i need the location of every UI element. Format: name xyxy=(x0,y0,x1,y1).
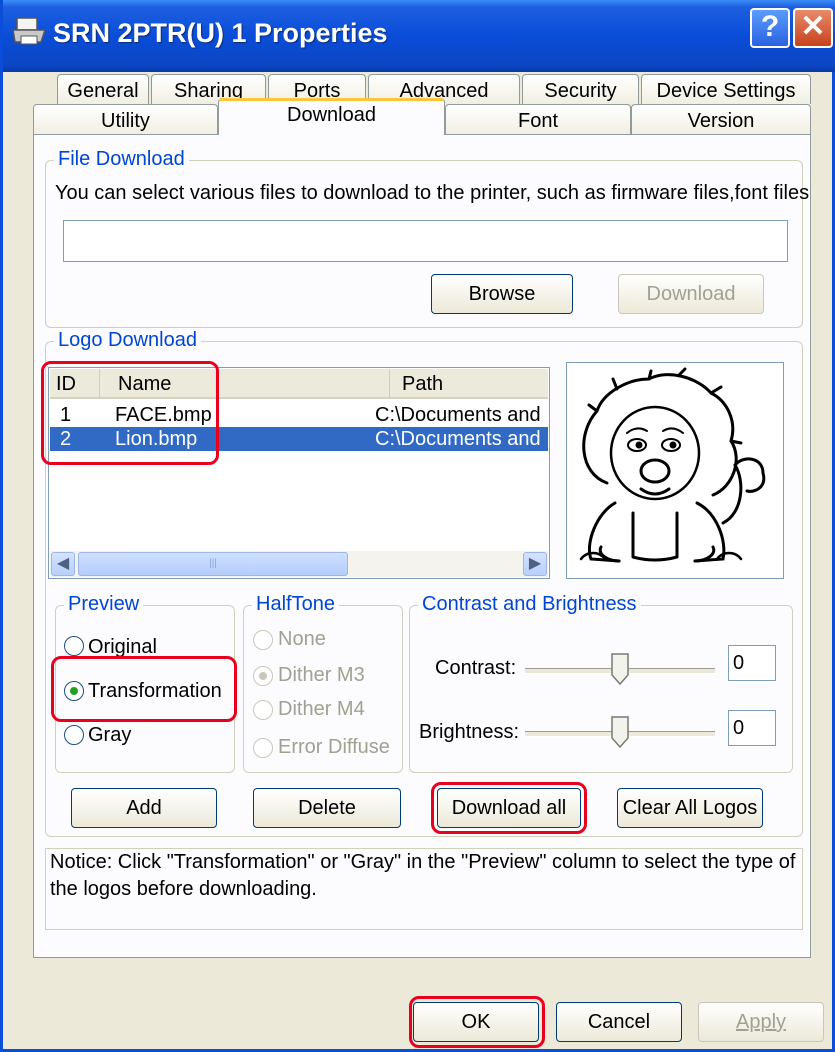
browse-button[interactable]: Browse xyxy=(431,274,573,314)
tab-security[interactable]: Security xyxy=(522,74,639,104)
radio-error-diffuse[interactable] xyxy=(253,738,273,758)
preview-legend: Preview xyxy=(64,593,144,616)
tab-version[interactable]: Version xyxy=(631,104,811,135)
contrast-label: Contrast: xyxy=(435,657,517,679)
tab-download[interactable]: Download xyxy=(218,98,445,135)
brightness-label: Brightness: xyxy=(419,721,520,743)
delete-button[interactable]: Delete xyxy=(253,788,401,828)
radio-original[interactable] xyxy=(64,636,84,656)
window-title: SRN 2PTR(U) 1 Properties xyxy=(53,18,388,48)
highlight-transformation-option xyxy=(51,656,237,722)
clear-all-logos-button[interactable]: Clear All Logos xyxy=(617,788,763,828)
close-button[interactable]: ✕ xyxy=(793,8,833,48)
brightness-slider-thumb[interactable] xyxy=(611,716,629,748)
contrast-slider-thumb[interactable] xyxy=(611,653,629,685)
file-download-legend: File Download xyxy=(54,148,189,171)
halftone-legend: HalfTone xyxy=(252,593,339,616)
highlight-ok xyxy=(409,996,545,1048)
radio-dither-m3-label[interactable]: Dither M3 xyxy=(278,664,365,687)
radio-error-diffuse-label[interactable]: Error Diffuse xyxy=(278,736,390,759)
highlight-id-name-columns xyxy=(41,361,219,465)
scroll-thumb[interactable]: ||| xyxy=(78,552,348,576)
horizontal-scrollbar[interactable]: ◀ ||| ▶ xyxy=(50,551,548,577)
notice-text: Notice: Click "Transformation" or "Gray"… xyxy=(45,848,803,930)
contrast-brightness-group: Contrast and Brightness xyxy=(409,593,793,773)
tab-general[interactable]: General xyxy=(57,74,149,104)
logo-path: C:\Documents and xyxy=(375,404,541,426)
radio-gray[interactable] xyxy=(64,725,84,745)
radio-selected-dot xyxy=(259,672,267,680)
radio-dither-m3[interactable] xyxy=(253,666,273,686)
contrast-value-field[interactable]: 0 xyxy=(728,645,776,681)
column-header-path[interactable]: Path xyxy=(390,369,548,399)
printer-icon xyxy=(12,17,47,45)
tab-device-settings[interactable]: Device Settings xyxy=(641,74,811,104)
cancel-button[interactable]: Cancel xyxy=(556,1002,682,1042)
brightness-value-field[interactable]: 0 xyxy=(728,710,776,746)
title-bar[interactable]: SRN 2PTR(U) 1 Properties ? ✕ xyxy=(3,0,835,72)
radio-none-label[interactable]: None xyxy=(278,628,326,651)
tab-utility[interactable]: Utility xyxy=(33,104,218,135)
logo-path: C:\Documents and xyxy=(375,428,541,450)
file-path-field[interactable] xyxy=(63,220,788,262)
logo-preview-box xyxy=(566,362,784,579)
help-button[interactable]: ? xyxy=(750,8,790,48)
radio-dither-m4[interactable] xyxy=(253,700,273,720)
file-download-description: You can select various files to download… xyxy=(55,182,810,204)
logo-download-legend: Logo Download xyxy=(54,329,201,352)
tab-font[interactable]: Font xyxy=(445,104,631,135)
radio-dither-m4-label[interactable]: Dither M4 xyxy=(278,698,365,721)
add-button[interactable]: Add xyxy=(71,788,217,828)
scroll-right-icon[interactable]: ▶ xyxy=(523,552,547,576)
lion-logo-image xyxy=(579,367,766,563)
contrast-brightness-legend: Contrast and Brightness xyxy=(418,593,641,616)
properties-window: SRN 2PTR(U) 1 Properties ? ✕ General Sha… xyxy=(0,0,835,1052)
highlight-download-all xyxy=(431,782,587,834)
download-button[interactable]: Download xyxy=(618,274,764,314)
radio-none[interactable] xyxy=(253,630,273,650)
radio-gray-label[interactable]: Gray xyxy=(88,724,131,747)
apply-button[interactable]: Apply xyxy=(698,1002,824,1042)
scroll-left-icon[interactable]: ◀ xyxy=(51,552,75,576)
